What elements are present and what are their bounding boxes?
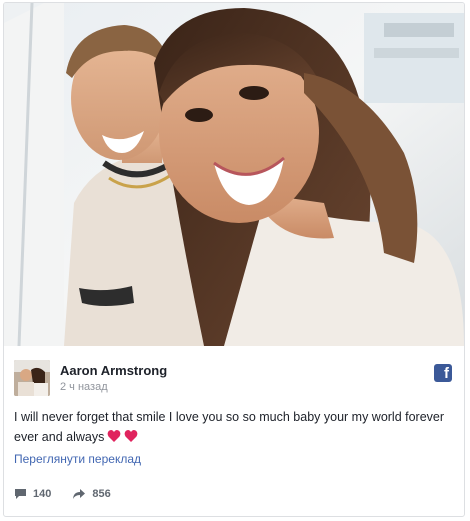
post-message: I will never forget that smile I love yo… — [14, 407, 454, 449]
two-hearts-icon — [107, 429, 139, 449]
post-photo[interactable] — [4, 3, 464, 346]
post-message-text: I will never forget that smile I love yo… — [14, 410, 445, 444]
share-icon — [73, 489, 86, 499]
author-avatar[interactable] — [14, 360, 50, 396]
comment-count: 140 — [33, 488, 52, 500]
see-translation-link[interactable]: Переглянути переклад — [14, 452, 141, 466]
author-name[interactable]: Aaron Armstrong — [60, 363, 167, 378]
share-count: 856 — [92, 488, 111, 500]
share-count-button[interactable]: 856 — [72, 488, 111, 500]
couple-selfie-image — [4, 3, 464, 346]
comment-icon — [15, 489, 26, 499]
embedded-post-card: Aaron Armstrong 2 ч назад f I will never… — [3, 2, 465, 517]
post-footer: 140 856 — [14, 488, 129, 506]
comment-count-button[interactable]: 140 — [14, 488, 51, 500]
post-timestamp[interactable]: 2 ч назад — [60, 381, 108, 393]
facebook-icon[interactable]: f — [434, 364, 452, 382]
post-header: Aaron Armstrong 2 ч назад f — [14, 358, 454, 398]
